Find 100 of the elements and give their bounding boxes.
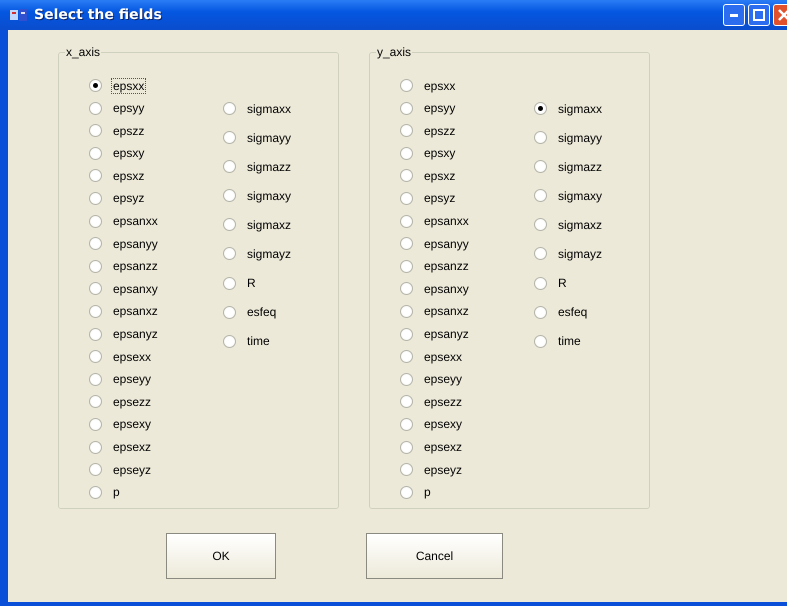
- radio-label[interactable]: sigmazz: [556, 158, 604, 175]
- radio-button[interactable]: [89, 237, 102, 250]
- radio-button[interactable]: [89, 192, 102, 205]
- radio-label[interactable]: epsyy: [422, 100, 458, 116]
- radio-button[interactable]: [400, 237, 413, 250]
- radio-label[interactable]: epsyz: [422, 190, 458, 206]
- radio-button[interactable]: [89, 486, 102, 499]
- radio-button[interactable]: [89, 79, 102, 92]
- radio-button[interactable]: [400, 260, 413, 273]
- radio-label[interactable]: epsanzz: [111, 258, 160, 274]
- radio-label[interactable]: sigmaxx: [556, 100, 604, 116]
- radio-button[interactable]: [89, 304, 102, 318]
- radio-button[interactable]: [400, 282, 413, 296]
- radio-label[interactable]: epszz: [111, 122, 146, 139]
- radio-button[interactable]: [89, 282, 102, 296]
- radio-label[interactable]: epsanxy: [422, 280, 471, 297]
- radio-button[interactable]: [223, 276, 236, 290]
- radio-label[interactable]: epsanzz: [422, 258, 471, 274]
- radio-label[interactable]: epsxy: [111, 145, 146, 162]
- radio-label[interactable]: epsanxz: [111, 303, 160, 320]
- radio-button[interactable]: [89, 372, 102, 386]
- radio-label[interactable]: epsezz: [422, 394, 464, 410]
- radio-label[interactable]: epsanyz: [111, 326, 160, 342]
- radio-button[interactable]: [534, 189, 547, 202]
- radio-button[interactable]: [400, 79, 413, 92]
- radio-label[interactable]: epsexy: [111, 416, 154, 432]
- radio-button[interactable]: [400, 350, 413, 364]
- radio-label[interactable]: epsanxz: [422, 303, 471, 320]
- radio-button[interactable]: [534, 247, 547, 260]
- radio-button[interactable]: [534, 102, 547, 115]
- radio-button[interactable]: [534, 306, 547, 319]
- radio-button[interactable]: [223, 247, 236, 260]
- radio-label[interactable]: time: [556, 333, 583, 350]
- radio-button[interactable]: [400, 372, 413, 386]
- radio-label[interactable]: epseyy: [111, 371, 154, 388]
- radio-button[interactable]: [223, 160, 236, 174]
- radio-button[interactable]: [400, 463, 413, 476]
- radio-label[interactable]: epsexy: [422, 416, 464, 432]
- radio-label[interactable]: epsanxy: [111, 280, 160, 297]
- radio-button[interactable]: [400, 102, 413, 115]
- radio-label[interactable]: epsexz: [111, 439, 154, 455]
- radio-label[interactable]: p: [111, 484, 122, 500]
- radio-label[interactable]: sigmayz: [245, 246, 294, 262]
- radio-label[interactable]: epszz: [422, 122, 458, 139]
- radio-label[interactable]: epsxz: [422, 168, 458, 184]
- radio-label[interactable]: epsexz: [422, 439, 464, 455]
- radio-label[interactable]: sigmaxz: [245, 216, 294, 233]
- radio-label[interactable]: epsyy: [111, 100, 146, 116]
- radio-label[interactable]: sigmaxz: [556, 216, 604, 233]
- radio-button[interactable]: [534, 131, 547, 144]
- radio-button[interactable]: [89, 350, 102, 364]
- radio-button[interactable]: [400, 418, 413, 431]
- radio-label[interactable]: epsanxx: [111, 213, 160, 230]
- radio-button[interactable]: [89, 463, 102, 476]
- radio-button[interactable]: [223, 131, 236, 144]
- ok-button[interactable]: OK: [166, 533, 276, 579]
- radio-label[interactable]: epsezz: [111, 394, 154, 410]
- radio-button[interactable]: [400, 486, 413, 499]
- radio-label[interactable]: sigmaxy: [245, 188, 294, 204]
- radio-button[interactable]: [534, 218, 547, 232]
- radio-button[interactable]: [400, 146, 413, 160]
- radio-button[interactable]: [400, 440, 413, 454]
- radio-label[interactable]: epsxx: [111, 78, 146, 94]
- radio-label[interactable]: epsxz: [111, 168, 146, 184]
- radio-button[interactable]: [223, 334, 236, 348]
- radio-label[interactable]: epsexx: [422, 348, 464, 365]
- radio-button[interactable]: [400, 169, 413, 182]
- radio-label[interactable]: epseyy: [422, 371, 464, 388]
- radio-label[interactable]: epsyz: [111, 190, 146, 206]
- radio-label[interactable]: sigmaxx: [245, 100, 294, 116]
- radio-button[interactable]: [89, 169, 102, 182]
- radio-button[interactable]: [89, 418, 102, 431]
- radio-label[interactable]: esfeq: [556, 304, 590, 320]
- radio-button[interactable]: [400, 328, 413, 341]
- radio-label[interactable]: epsanyy: [422, 236, 471, 252]
- radio-button[interactable]: [89, 328, 102, 341]
- radio-label[interactable]: sigmazz: [245, 158, 294, 175]
- radio-label[interactable]: epsanxx: [422, 213, 471, 230]
- radio-label[interactable]: sigmaxy: [556, 188, 604, 204]
- radio-button[interactable]: [534, 276, 547, 290]
- radio-label[interactable]: R: [245, 275, 258, 292]
- radio-label[interactable]: R: [556, 275, 569, 292]
- radio-button[interactable]: [534, 160, 547, 174]
- radio-label[interactable]: epsanyy: [111, 236, 160, 252]
- radio-label[interactable]: p: [422, 484, 433, 500]
- radio-label[interactable]: esfeq: [245, 304, 278, 320]
- radio-button[interactable]: [89, 440, 102, 454]
- radio-button[interactable]: [400, 214, 413, 228]
- radio-label[interactable]: sigmayy: [556, 130, 604, 146]
- radio-label[interactable]: epseyz: [111, 462, 154, 478]
- radio-button[interactable]: [223, 218, 236, 232]
- radio-button[interactable]: [400, 304, 413, 318]
- radio-label[interactable]: epsxx: [422, 78, 458, 94]
- radio-button[interactable]: [89, 214, 102, 228]
- radio-button[interactable]: [534, 334, 547, 348]
- radio-label[interactable]: epsxy: [422, 145, 458, 162]
- radio-label[interactable]: epsexx: [111, 348, 154, 365]
- radio-label[interactable]: epseyz: [422, 462, 464, 478]
- radio-label[interactable]: sigmayy: [245, 130, 294, 146]
- radio-button[interactable]: [89, 395, 102, 408]
